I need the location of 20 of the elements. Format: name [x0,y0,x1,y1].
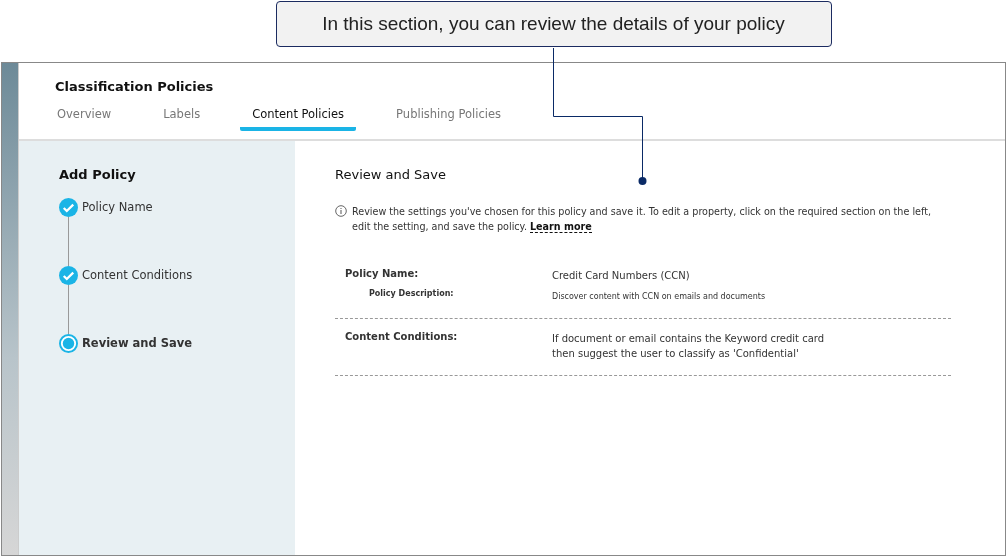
step-label[interactable]: Review and Save [82,336,193,350]
field-label: Policy Description: [368,289,455,300]
tab[interactable]: Overview [45,104,124,131]
field-label: Content Conditions: [345,331,459,344]
field-label: Policy Name: [345,268,420,281]
step-label[interactable]: Content Conditions [82,268,193,282]
tab[interactable]: Content Policies [240,104,357,131]
tab[interactable]: Labels [151,104,213,131]
step-label[interactable]: Policy Name [82,200,153,214]
info-text: Review the settings you've chosen for this policy and save it. To edit a property, click on the required section on the left, edit the setting, and save the policy. Learn more [352,205,932,234]
callout-box: In this section, you can review the details of your policy [275,1,832,47]
field-value: Discover content with CCN on emails and documents [552,291,767,303]
sidebar-title: Add Policy [59,167,137,182]
field-value: If document or email contains the Keyword credit card then suggest the user to classify as 'Confidential' [552,332,826,361]
page-title: Classification Policies [55,79,215,94]
field-value: Credit Card Numbers (CCN) [552,269,691,283]
section-title: Review and Save [335,167,447,182]
learn-more-link[interactable]: Learn more [530,221,592,233]
info-icon [335,205,347,217]
tab[interactable]: Publishing Policies [384,104,514,131]
